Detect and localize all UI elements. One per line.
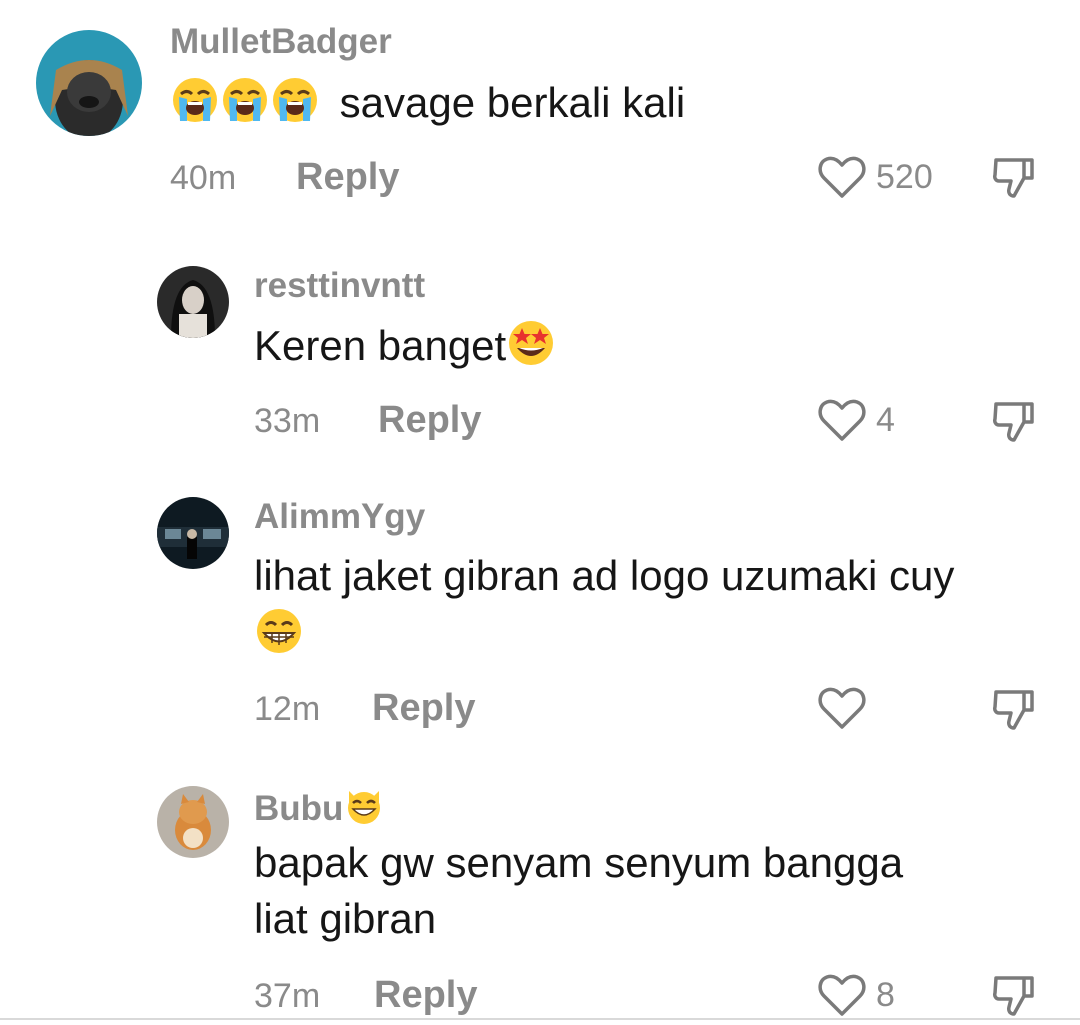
username-text: Bubu <box>254 788 344 828</box>
like-button[interactable]: 520 <box>818 152 933 202</box>
comment-body: lihat jaket gibran ad logo uzumaki cuy <box>254 552 955 599</box>
comment-username[interactable]: Bubu <box>254 785 385 836</box>
like-button[interactable]: 4 <box>818 395 895 445</box>
comment-text-line2: liat gibran <box>254 895 437 942</box>
avatar[interactable] <box>157 497 229 569</box>
comment-username[interactable]: resttinvntt <box>254 266 425 306</box>
like-count: 8 <box>876 975 895 1014</box>
thumbs-down-icon <box>993 402 1034 442</box>
comment-text: Keren banget <box>254 318 556 380</box>
comment-body: savage berkali kali <box>339 79 686 127</box>
comment-time: 12m <box>254 690 321 728</box>
dislike-button[interactable] <box>990 972 1040 1022</box>
loudly-crying-face-icon <box>270 75 320 137</box>
grinning-cat-icon <box>343 785 385 836</box>
comment-time: 37m <box>254 977 321 1015</box>
loudly-crying-face-icon <box>220 75 270 137</box>
comment-time: 33m <box>254 402 321 440</box>
comment-username[interactable]: MulletBadger <box>170 22 392 62</box>
heart-icon <box>818 687 866 729</box>
thumbs-down-icon <box>993 976 1034 1016</box>
comment-text-line2 <box>254 606 304 668</box>
heart-icon <box>818 399 866 441</box>
thumbs-down-icon <box>993 690 1034 730</box>
heart-icon <box>818 974 866 1016</box>
reply-button[interactable]: Reply <box>374 975 477 1015</box>
star-struck-icon <box>506 318 556 380</box>
dislike-button[interactable] <box>990 686 1040 736</box>
like-button[interactable] <box>818 683 876 733</box>
reply-button[interactable]: Reply <box>378 400 481 440</box>
like-button[interactable]: 8 <box>818 970 895 1020</box>
comment-text: bapak gw senyam senyum bangga <box>254 839 904 886</box>
comment-body: Keren banget <box>254 322 507 370</box>
divider <box>0 1018 1080 1020</box>
like-count: 4 <box>876 400 895 439</box>
avatar[interactable] <box>157 266 229 338</box>
comment-text: savage berkali kali <box>170 75 685 137</box>
comment-text: lihat jaket gibran ad logo uzumaki cuy <box>254 550 954 602</box>
grinning-face-icon <box>254 606 304 668</box>
thumbs-down-icon <box>993 158 1034 198</box>
comment-thread: MulletBadger savage berkali kali 40m Rep… <box>0 0 1080 1025</box>
dislike-button[interactable] <box>990 398 1040 448</box>
dislike-button[interactable] <box>990 154 1040 204</box>
comment-username[interactable]: AlimmYgy <box>254 497 425 537</box>
avatar[interactable] <box>36 30 142 136</box>
comment-time: 40m <box>170 159 237 197</box>
loudly-crying-face-icon <box>170 75 220 137</box>
heart-icon <box>818 156 866 198</box>
avatar[interactable] <box>157 786 229 858</box>
reply-button[interactable]: Reply <box>372 688 475 728</box>
reply-button[interactable]: Reply <box>296 157 399 197</box>
like-count: 520 <box>876 157 933 196</box>
